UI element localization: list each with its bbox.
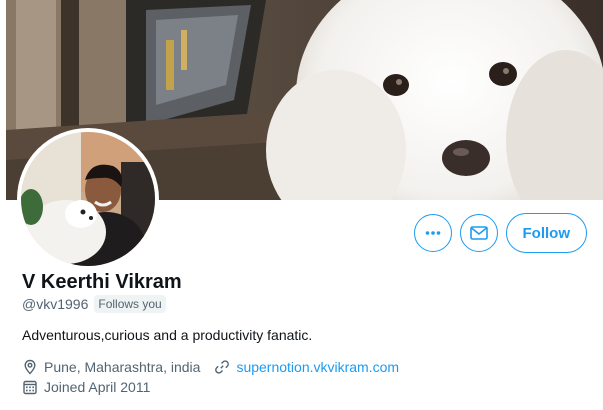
handle-row: @vkv1996 Follows you — [22, 294, 166, 314]
profile-meta-row: Joined April 2011 — [22, 377, 164, 397]
link-icon — [214, 359, 230, 375]
follow-button[interactable]: Follow — [505, 213, 587, 253]
envelope-icon — [469, 226, 488, 240]
avatar[interactable] — [17, 128, 159, 270]
more-options-icon — [425, 231, 440, 235]
calendar-icon — [22, 379, 38, 395]
location-text: Pune, Maharashtra, india — [44, 359, 201, 375]
profile-card: Follow V Keerthi Vikram @vkv1996 Follows… — [0, 0, 603, 410]
user-handle: @vkv1996 — [22, 296, 89, 312]
joined-item: Joined April 2011 — [22, 377, 150, 397]
website-link[interactable]: supernotion.vkvikram.com — [236, 357, 399, 377]
follows-you-badge: Follows you — [94, 295, 166, 313]
profile-actions: Follow — [413, 213, 587, 253]
more-options-button[interactable] — [413, 214, 452, 252]
website-item[interactable]: supernotion.vkvikram.com — [214, 357, 399, 377]
display-name: V Keerthi Vikram — [22, 271, 182, 293]
location-pin-icon — [22, 359, 38, 375]
avatar-photo — [21, 132, 155, 266]
profile-meta-row: Pune, Maharashtra, india supernotion.vkv… — [22, 357, 413, 377]
profile-bio: Adventurous,curious and a productivity f… — [22, 327, 313, 343]
message-button[interactable] — [459, 214, 498, 252]
joined-date: Joined April 2011 — [44, 379, 151, 395]
location-item: Pune, Maharashtra, india — [22, 357, 200, 377]
